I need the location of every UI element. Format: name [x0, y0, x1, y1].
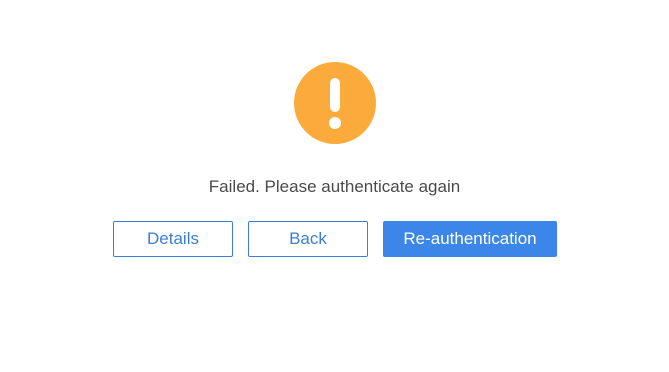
exclamation-bar: [330, 78, 340, 112]
back-button[interactable]: Back: [248, 221, 368, 257]
details-button[interactable]: Details: [113, 221, 233, 257]
auth-failed-page: Failed. Please authenticate again Detail…: [0, 0, 669, 372]
warning-icon: [294, 62, 376, 144]
status-message: Failed. Please authenticate again: [208, 177, 461, 196]
exclamation-dot: [329, 117, 341, 129]
re-authentication-button[interactable]: Re-authentication: [383, 221, 557, 257]
